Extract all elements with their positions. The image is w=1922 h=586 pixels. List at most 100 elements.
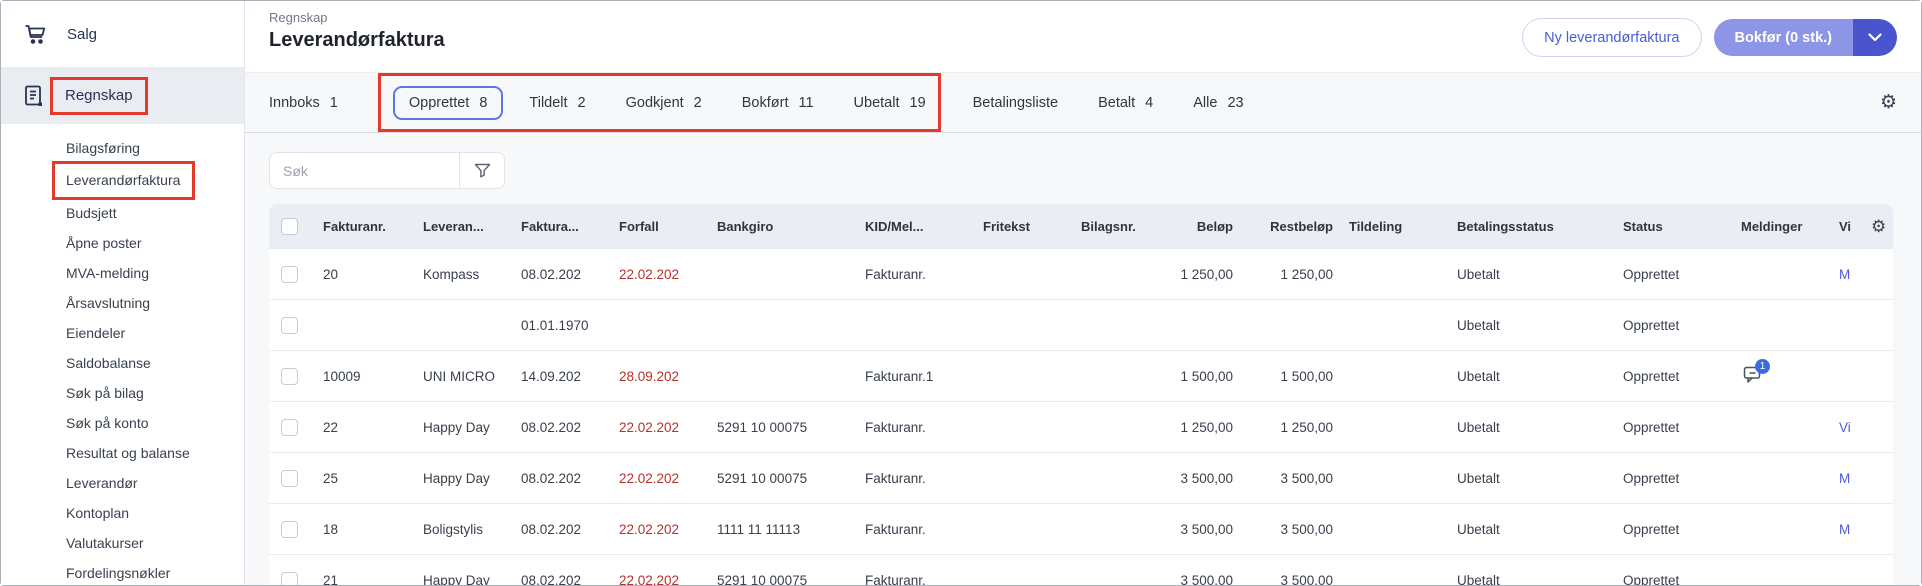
cell-bankgiro: 5291 10 00075 xyxy=(709,401,857,452)
sidebar-item-budsjett[interactable]: Budsjett xyxy=(66,198,244,228)
tab-betalt[interactable]: Betalt 4 xyxy=(1098,95,1153,111)
column-header-belop: Beløp xyxy=(1153,204,1241,248)
row-action-link[interactable]: M xyxy=(1839,471,1850,486)
sidebar-item-resultat-og-balanse[interactable]: Resultat og balanse xyxy=(66,438,244,468)
tab-betalingsliste[interactable]: Betalingsliste xyxy=(973,95,1058,111)
cell-tildeling xyxy=(1341,299,1449,350)
cell-fakturadato: 08.02.202 xyxy=(513,452,611,503)
cell-meldinger xyxy=(1733,401,1831,452)
cell-restbelop xyxy=(1241,299,1341,350)
row-checkbox[interactable] xyxy=(281,418,298,436)
cell-bankgiro: 1111 11 11113 xyxy=(709,503,857,554)
cell-forfall: 28.09.202 xyxy=(611,350,709,401)
cell-fakturanr: 20 xyxy=(315,248,415,299)
cell-tildeling xyxy=(1341,503,1449,554)
cell-restbelop: 1 500,00 xyxy=(1241,350,1341,401)
cell-settings xyxy=(1863,401,1893,452)
sidebar-item-regnskap[interactable]: Regnskap xyxy=(1,67,244,124)
sidebar-item-mva-melding[interactable]: MVA-melding xyxy=(66,258,244,288)
cell-leverandor: UNI MICRO xyxy=(415,350,513,401)
sidebar-item-eiendeler[interactable]: Eiendeler xyxy=(66,318,244,348)
cell-vis xyxy=(1831,554,1863,585)
cell-belop: 3 500,00 xyxy=(1153,503,1241,554)
sidebar: Salg Regnskap Bilagsføring Leverandørfakt… xyxy=(1,1,245,585)
sidebar-item-s-k-p-bilag[interactable]: Søk på bilag xyxy=(66,378,244,408)
post-dropdown-button[interactable] xyxy=(1853,19,1897,56)
breadcrumb: Regnskap xyxy=(269,10,328,25)
sidebar-item-pne-poster[interactable]: Åpne poster xyxy=(66,228,244,258)
cell-bankgiro: 5291 10 00075 xyxy=(709,554,857,585)
cell-belop: 1 250,00 xyxy=(1153,248,1241,299)
row-checkbox[interactable] xyxy=(281,520,298,538)
cell-fakturadato: 08.02.202 xyxy=(513,401,611,452)
filter-button[interactable] xyxy=(459,153,504,188)
message-icon[interactable]: 1 xyxy=(1743,359,1770,383)
tab-tildelt[interactable]: Tildelt 2 xyxy=(529,95,585,111)
main-content: Regnskap Leverandørfaktura Ny leverandør… xyxy=(245,1,1921,585)
table-row: 01.01.1970 Ubetalt Opprettet xyxy=(269,299,1893,350)
cell-fakturadato: 08.02.202 xyxy=(513,554,611,585)
cell-select xyxy=(269,554,315,585)
row-checkbox[interactable] xyxy=(281,265,298,283)
sidebar-item-salg[interactable]: Salg xyxy=(1,1,244,67)
tab-opprettet[interactable]: Opprettet 8 xyxy=(392,85,504,120)
column-header-bankgiro: Bankgiro xyxy=(709,204,857,248)
tab-settings-gear-icon[interactable]: ⚙ xyxy=(1880,93,1897,112)
column-header-betalingsstatus: Betalingsstatus xyxy=(1449,204,1615,248)
sidebar-item-kontoplan[interactable]: Kontoplan xyxy=(66,498,244,528)
cell-betalingsstatus: Ubetalt xyxy=(1449,350,1615,401)
tabs: Innboks 1 Opprettet 8 Tildelt 2 Godkjent 2 Bokfø… xyxy=(269,73,1284,132)
row-checkbox[interactable] xyxy=(281,367,298,385)
title-block: Regnskap Leverandørfaktura xyxy=(269,10,445,52)
sidebar-item-valutakurser[interactable]: Valutakurser xyxy=(66,528,244,558)
sidebar-item-leverand-rfaktura[interactable]: Leverandørfaktura xyxy=(52,161,244,200)
cell-bilagsnr xyxy=(1073,350,1153,401)
sidebar-item-leverand-r[interactable]: Leverandør xyxy=(66,468,244,498)
cell-fakturanr: 25 xyxy=(315,452,415,503)
sidebar-item-fordelingsn-kler[interactable]: Fordelingsnøkler xyxy=(66,558,244,585)
cell-restbelop: 1 250,00 xyxy=(1241,401,1341,452)
row-checkbox[interactable] xyxy=(281,571,298,585)
sidebar-item-label: Leverandørfaktura xyxy=(66,172,181,188)
tab-alle[interactable]: Alle 23 xyxy=(1193,95,1243,111)
tab-ubetalt[interactable]: Ubetalt 19 xyxy=(854,95,926,111)
sidebar-item-saldobalanse[interactable]: Saldobalanse xyxy=(66,348,244,378)
row-action-link[interactable]: Vi xyxy=(1839,420,1851,435)
tab-bar: Innboks 1 Opprettet 8 Tildelt 2 Godkjent 2 Bokfø… xyxy=(245,73,1921,133)
tab-bokf-rt[interactable]: Bokført 11 xyxy=(742,95,814,111)
tab-innboks[interactable]: Innboks 1 xyxy=(269,95,338,111)
cell-bilagsnr xyxy=(1073,248,1153,299)
tab-count: 2 xyxy=(577,94,586,111)
row-checkbox[interactable] xyxy=(281,316,298,334)
sidebar-item-rsavslutning[interactable]: Årsavslutning xyxy=(66,288,244,318)
cell-fritekst xyxy=(975,401,1073,452)
column-settings-gear-icon[interactable]: ⚙ xyxy=(1871,217,1886,236)
row-action-link[interactable]: M xyxy=(1839,267,1850,282)
tab-count: 1 xyxy=(329,94,338,111)
search-input[interactable] xyxy=(270,153,459,188)
cell-select xyxy=(269,503,315,554)
annotation-box-tabs: Opprettet 8 Tildelt 2 Godkjent 2 Bokført 11 Ubet… xyxy=(377,73,941,132)
cell-bilagsnr xyxy=(1073,401,1153,452)
tab-label: Tildelt xyxy=(529,94,568,111)
cell-settings xyxy=(1863,248,1893,299)
cell-select xyxy=(269,452,315,503)
post-button[interactable]: Bokfør (0 stk.) xyxy=(1713,19,1853,56)
select-all-checkbox[interactable] xyxy=(281,217,298,235)
cell-forfall: 22.02.202 xyxy=(611,401,709,452)
new-invoice-button[interactable]: Ny leverandørfaktura xyxy=(1522,18,1702,57)
cell-select xyxy=(269,248,315,299)
cell-forfall: 22.02.202 xyxy=(611,248,709,299)
cell-status: Opprettet xyxy=(1615,503,1733,554)
cell-fakturanr: 10009 xyxy=(315,350,415,401)
tab-godkjent[interactable]: Godkjent 2 xyxy=(626,95,702,111)
sidebar-item-s-k-p-konto[interactable]: Søk på konto xyxy=(66,408,244,438)
cell-status: Opprettet xyxy=(1615,452,1733,503)
tab-count: 19 xyxy=(909,94,926,111)
cell-meldinger xyxy=(1733,299,1831,350)
cell-settings xyxy=(1863,299,1893,350)
sidebar-item-bilagsf-ring[interactable]: Bilagsføring xyxy=(66,133,244,163)
cell-betalingsstatus: Ubetalt xyxy=(1449,452,1615,503)
row-action-link[interactable]: M xyxy=(1839,522,1850,537)
row-checkbox[interactable] xyxy=(281,469,298,487)
